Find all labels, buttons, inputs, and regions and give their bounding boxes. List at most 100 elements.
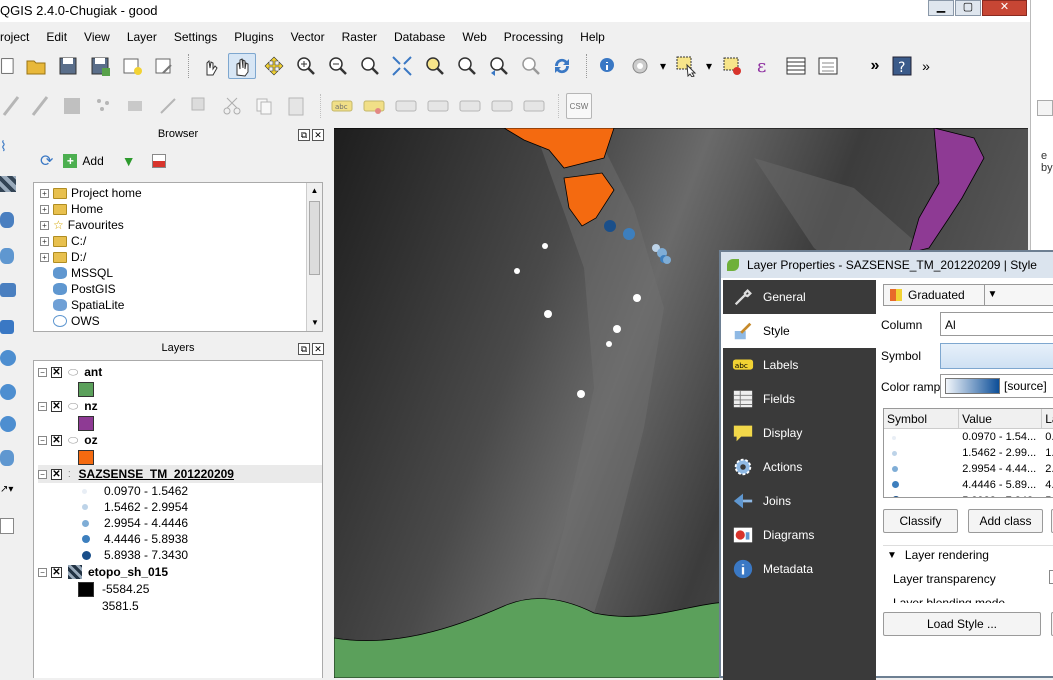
nav-actions[interactable]: Actions bbox=[723, 450, 876, 484]
float-panel-icon[interactable]: ⧉ bbox=[298, 129, 310, 141]
save-edits-icon[interactable] bbox=[58, 93, 86, 119]
menu-raster[interactable]: Raster bbox=[333, 26, 385, 46]
header-symbol[interactable]: Symbol bbox=[884, 409, 960, 428]
menu-vector[interactable]: Vector bbox=[282, 26, 333, 46]
layer-visibility-checkbox[interactable]: ✕ bbox=[51, 434, 62, 446]
open-project-icon[interactable] bbox=[22, 53, 50, 79]
toolbar-overflow-icon-2[interactable]: » bbox=[920, 53, 932, 79]
select-features-icon[interactable] bbox=[672, 53, 700, 79]
new-print-composer-icon[interactable] bbox=[118, 53, 146, 79]
browser-item[interactable]: OWS bbox=[40, 313, 322, 329]
zoom-next-icon[interactable] bbox=[516, 53, 544, 79]
identify-icon[interactable] bbox=[594, 53, 622, 79]
classify-button[interactable]: Classify bbox=[883, 509, 958, 533]
node-tool-icon[interactable] bbox=[154, 93, 182, 119]
table-row[interactable]: 0.0970 - 1.54...0. bbox=[884, 429, 1053, 445]
minimize-button[interactable]: ▁ bbox=[928, 0, 954, 16]
layer-visibility-checkbox[interactable]: ✕ bbox=[51, 400, 62, 412]
statistics-icon[interactable] bbox=[814, 53, 842, 79]
add-wfs-layer-icon[interactable] bbox=[0, 416, 16, 432]
save-project-icon[interactable] bbox=[54, 53, 82, 79]
menu-edit[interactable]: Edit bbox=[37, 26, 75, 46]
save-as-icon[interactable] bbox=[86, 53, 114, 79]
add-spatialite-layer-icon[interactable] bbox=[0, 248, 14, 264]
field-calculator-icon[interactable]: ε bbox=[750, 53, 778, 79]
transparency-slider[interactable] bbox=[1049, 570, 1053, 584]
label-toolbar-icon[interactable]: abc bbox=[328, 93, 356, 119]
float-panel-icon[interactable]: ⧉ bbox=[298, 343, 310, 355]
table-row[interactable]: 1.5462 - 2.99...1. bbox=[884, 445, 1053, 461]
pan-map-icon[interactable] bbox=[228, 53, 256, 79]
move-feature-icon[interactable] bbox=[122, 93, 150, 119]
renderer-select[interactable]: Graduated ▼ bbox=[883, 284, 1053, 306]
run-action-icon[interactable] bbox=[626, 53, 654, 79]
layer-rendering-header[interactable]: ▼ Layer rendering bbox=[883, 546, 1053, 562]
zoom-to-selection-icon[interactable] bbox=[452, 53, 480, 79]
add-postgis-layer-icon[interactable] bbox=[0, 212, 14, 228]
nav-style[interactable]: Style bbox=[723, 314, 876, 348]
paste-features-icon[interactable] bbox=[282, 93, 310, 119]
layer-row-ant[interactable]: − ✕ ⬭ ant bbox=[38, 363, 322, 381]
close-button[interactable]: ✕ bbox=[982, 0, 1027, 16]
nav-display[interactable]: Display bbox=[723, 416, 876, 450]
browser-item[interactable]: + Project home bbox=[40, 185, 322, 201]
nav-fields[interactable]: Fields bbox=[723, 382, 876, 416]
toggle-editing-icon[interactable] bbox=[26, 93, 54, 119]
browser-scrollbar[interactable]: ▲ ▼ bbox=[306, 183, 322, 331]
menu-processing[interactable]: Processing bbox=[495, 26, 571, 46]
nav-metadata[interactable]: Metadata bbox=[723, 552, 876, 586]
add-delimited-text-icon[interactable] bbox=[0, 450, 14, 466]
add-vector-layer-icon[interactable]: ⌇ bbox=[0, 138, 18, 160]
refresh-browser-icon[interactable]: ⟳ bbox=[40, 151, 53, 171]
scroll-thumb[interactable] bbox=[309, 201, 320, 275]
menu-project[interactable]: roject bbox=[0, 26, 37, 46]
layer-visibility-checkbox[interactable]: ✕ bbox=[51, 366, 62, 378]
chevron-down-icon[interactable]: ▼ bbox=[984, 285, 1000, 305]
add-button[interactable]: Add bbox=[82, 154, 103, 168]
remove-layer-icon[interactable] bbox=[0, 518, 14, 534]
menu-layer[interactable]: Layer bbox=[118, 26, 165, 46]
nav-diagrams[interactable]: Diagrams bbox=[723, 518, 876, 552]
browser-item[interactable]: + ☆ Favourites bbox=[40, 217, 322, 233]
column-select[interactable]: Al bbox=[940, 312, 1053, 336]
load-style-button[interactable]: Load Style ... bbox=[883, 612, 1041, 636]
menu-help[interactable]: Help bbox=[571, 26, 613, 46]
scroll-down-icon[interactable]: ▼ bbox=[307, 315, 322, 331]
layer-row-points[interactable]: − ✕ ⁚ SAZSENSE_TM_201220209 bbox=[38, 465, 322, 483]
browser-item[interactable]: SpatiaLite bbox=[40, 297, 322, 313]
add-wcs-layer-icon[interactable] bbox=[0, 384, 16, 400]
nav-labels[interactable]: abc Labels bbox=[723, 348, 876, 382]
browser-item[interactable]: PostGIS bbox=[40, 281, 322, 297]
browser-item[interactable]: + Home bbox=[40, 201, 322, 217]
layer-row-raster[interactable]: − ✕ etopo_sh_015 bbox=[38, 563, 322, 581]
nav-general[interactable]: General bbox=[723, 280, 876, 314]
add-raster-layer-icon[interactable] bbox=[0, 176, 16, 192]
filter-icon[interactable]: ▼ bbox=[122, 153, 136, 169]
header-legend[interactable]: La bbox=[1042, 409, 1053, 428]
new-layer-icon[interactable]: ↗▾ bbox=[0, 484, 18, 500]
properties-icon[interactable] bbox=[151, 154, 166, 168]
close-panel-icon[interactable]: ✕ bbox=[312, 343, 324, 355]
cut-features-icon[interactable] bbox=[218, 93, 246, 119]
show-hide-labels-icon[interactable] bbox=[392, 93, 420, 119]
zoom-in-icon[interactable] bbox=[292, 53, 320, 79]
label-properties-icon[interactable] bbox=[520, 93, 548, 119]
symbol-button[interactable] bbox=[940, 343, 1053, 369]
zoom-native-icon[interactable] bbox=[356, 53, 384, 79]
table-row[interactable]: 2.9954 - 4.44...2. bbox=[884, 461, 1053, 477]
table-row[interactable]: 5.8938 - 7.343...5. bbox=[884, 493, 1053, 497]
copy-features-icon[interactable] bbox=[250, 93, 278, 119]
toolbar-overflow-icon[interactable]: » bbox=[866, 53, 884, 79]
touch-zoom-icon[interactable] bbox=[196, 53, 224, 79]
browser-item[interactable]: MSSQL bbox=[40, 265, 322, 281]
add-icon[interactable]: + bbox=[63, 154, 78, 168]
change-label-icon[interactable] bbox=[488, 93, 516, 119]
layer-visibility-checkbox[interactable]: ✕ bbox=[51, 566, 62, 578]
menu-database[interactable]: Database bbox=[385, 26, 453, 46]
pin-labels-icon[interactable] bbox=[360, 93, 388, 119]
browser-item[interactable]: + D:/ bbox=[40, 249, 322, 265]
select-dropdown-icon[interactable]: ▾ bbox=[704, 53, 714, 79]
layer-row-nz[interactable]: − ✕ ⬭ nz bbox=[38, 397, 322, 415]
header-value[interactable]: Value bbox=[959, 409, 1043, 428]
action-dropdown-icon[interactable]: ▾ bbox=[658, 53, 668, 79]
